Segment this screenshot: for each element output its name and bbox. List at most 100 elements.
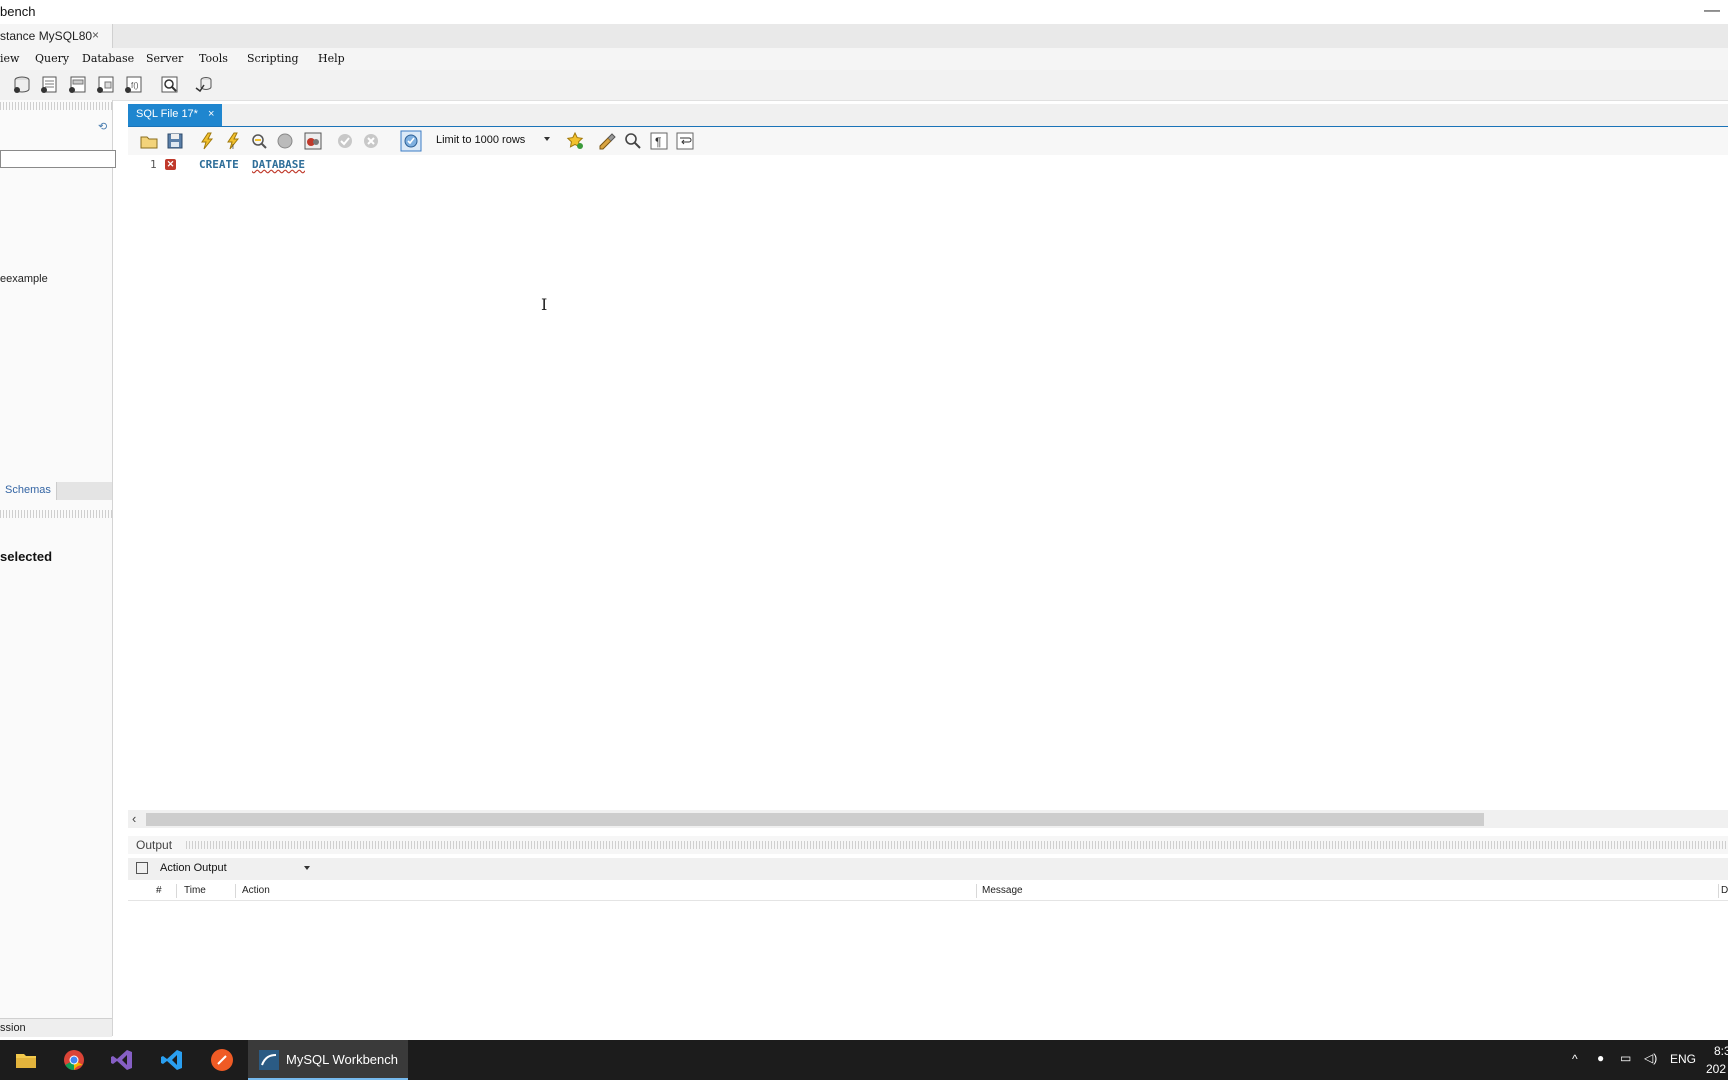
- minimize-button[interactable]: —: [1704, 2, 1720, 20]
- col-message[interactable]: Message: [982, 885, 1023, 896]
- mysql-workbench-icon: [259, 1050, 279, 1070]
- main-toolbar: f(): [0, 70, 1728, 101]
- autocommit-toggle-icon[interactable]: [400, 130, 422, 152]
- find-icon[interactable]: [624, 132, 642, 150]
- col-time[interactable]: Time: [184, 885, 206, 896]
- visual-studio-icon[interactable]: [110, 1048, 134, 1072]
- col-duration[interactable]: D: [1721, 885, 1728, 896]
- output-title: Output: [136, 838, 173, 852]
- new-query-tab-icon[interactable]: [68, 76, 88, 94]
- syntax-error-icon[interactable]: ✕: [165, 159, 176, 170]
- open-file-icon[interactable]: [140, 132, 158, 150]
- line-number: 1: [150, 158, 157, 171]
- info-panel-grip[interactable]: [0, 510, 112, 518]
- file-explorer-icon[interactable]: [14, 1048, 38, 1072]
- window-titlebar: bench —: [0, 0, 1728, 24]
- svg-text:I: I: [232, 144, 234, 150]
- reconnect-icon[interactable]: [194, 76, 214, 94]
- microphone-icon[interactable]: ●: [1597, 1051, 1604, 1065]
- session-tab-label: ssion: [0, 1022, 26, 1034]
- output-grip[interactable]: [186, 841, 1728, 849]
- word-wrap-icon[interactable]: [676, 132, 694, 150]
- network-icon[interactable]: ▭: [1620, 1051, 1631, 1065]
- keyword-create: CREATE: [199, 158, 239, 171]
- keyword-database: DATABASE: [252, 158, 305, 171]
- svg-text:¶: ¶: [655, 135, 661, 149]
- no-object-selected-text: selected: [0, 549, 53, 564]
- code-line: CREATE DATABASE: [199, 158, 305, 171]
- language-indicator[interactable]: ENG: [1670, 1052, 1696, 1066]
- inspect-icon[interactable]: [160, 76, 180, 94]
- rollback-icon[interactable]: [362, 132, 380, 150]
- connection-tab-strip: stance MySQL80 ×: [0, 24, 1728, 48]
- output-table-header: # Time Action Message D: [128, 882, 1728, 901]
- scroll-left-icon[interactable]: ‹: [132, 811, 136, 826]
- output-panel-header: Output: [128, 836, 1728, 854]
- open-sql-script-icon[interactable]: [40, 76, 60, 94]
- menu-query[interactable]: Query: [35, 52, 69, 65]
- navigator-sidebar: ⟲ eexample Schemas selected ssion: [0, 100, 116, 1037]
- col-action[interactable]: Action: [242, 885, 270, 896]
- clock-time[interactable]: 8:3: [1714, 1044, 1728, 1058]
- beautify-icon[interactable]: [598, 132, 616, 150]
- sql-file-tab-close-icon[interactable]: ×: [208, 108, 214, 120]
- clock-date[interactable]: 202: [1706, 1062, 1726, 1076]
- window-title: bench: [0, 4, 36, 19]
- add-snippet-icon[interactable]: [566, 132, 584, 150]
- open-model-icon[interactable]: [96, 76, 116, 94]
- sql-file-tab[interactable]: SQL File 17* ×: [128, 104, 222, 126]
- chevron-down-icon: [304, 866, 310, 870]
- chrome-icon[interactable]: [62, 1048, 86, 1072]
- vscode-icon[interactable]: [160, 1048, 184, 1072]
- menu-server[interactable]: Server: [146, 52, 183, 65]
- save-icon[interactable]: [166, 132, 184, 150]
- menu-database[interactable]: Database: [82, 52, 134, 65]
- new-connection-icon[interactable]: [12, 76, 32, 94]
- chevron-up-icon[interactable]: ^: [1572, 1052, 1578, 1066]
- volume-icon[interactable]: ◁): [1644, 1051, 1657, 1065]
- schema-filter-input[interactable]: [0, 150, 116, 168]
- toggle-error-stop-icon[interactable]: [304, 132, 322, 150]
- svg-text:f(): f(): [131, 81, 139, 90]
- invisible-chars-icon[interactable]: ¶: [650, 132, 668, 150]
- editor-tab-strip: SQL File 17* ×: [128, 104, 1728, 128]
- scrollbar-thumb[interactable]: [146, 813, 1484, 826]
- explain-icon[interactable]: [250, 132, 268, 150]
- output-toolbar: Action Output: [128, 858, 1728, 880]
- copy-icon[interactable]: [136, 862, 148, 874]
- output-type-select[interactable]: Action Output: [160, 860, 310, 878]
- create-schema-icon[interactable]: f(): [124, 76, 144, 94]
- schema-tree-item[interactable]: eexample: [0, 273, 48, 285]
- commit-icon[interactable]: [336, 132, 354, 150]
- stop-icon[interactable]: [276, 132, 294, 150]
- refresh-icon[interactable]: ⟲: [98, 120, 107, 133]
- menu-scripting[interactable]: Scripting: [247, 52, 299, 65]
- col-separator: [176, 884, 177, 898]
- col-separator: [976, 884, 977, 898]
- sidebar-tabs: Schemas: [0, 482, 112, 500]
- connection-tab-close-icon[interactable]: ×: [92, 28, 99, 42]
- output-type-label: Action Output: [160, 862, 227, 874]
- sql-file-tab-label: SQL File 17*: [136, 108, 198, 120]
- sql-editor[interactable]: 1 ✕ CREATE DATABASE I: [128, 156, 1728, 810]
- sidebar-grip[interactable]: [0, 102, 112, 110]
- tab-schemas[interactable]: Schemas: [0, 482, 57, 500]
- postman-icon[interactable]: [210, 1048, 234, 1072]
- session-tab[interactable]: ssion: [0, 1018, 112, 1037]
- chevron-down-icon: [544, 137, 550, 141]
- connection-tab-label: stance MySQL80: [0, 29, 93, 43]
- menu-view[interactable]: iew: [0, 52, 19, 65]
- menu-tools[interactable]: Tools: [199, 52, 228, 65]
- col-separator: [1718, 884, 1719, 898]
- editor-horizontal-scrollbar[interactable]: ‹: [128, 810, 1728, 828]
- taskbar-app-mysql-workbench[interactable]: MySQL Workbench: [248, 1040, 408, 1080]
- limit-rows-select[interactable]: Limit to 1000 rows: [428, 132, 552, 150]
- text-cursor-icon: I: [541, 295, 548, 314]
- col-separator: [235, 884, 236, 898]
- col-number[interactable]: #: [156, 885, 162, 896]
- connection-tab[interactable]: stance MySQL80 ×: [0, 24, 113, 48]
- editor-toolbar: I Limit to 1000 rows ¶: [128, 127, 1728, 155]
- menu-help[interactable]: Help: [318, 52, 345, 65]
- execute-current-icon[interactable]: I: [224, 132, 242, 150]
- execute-icon[interactable]: [198, 132, 216, 150]
